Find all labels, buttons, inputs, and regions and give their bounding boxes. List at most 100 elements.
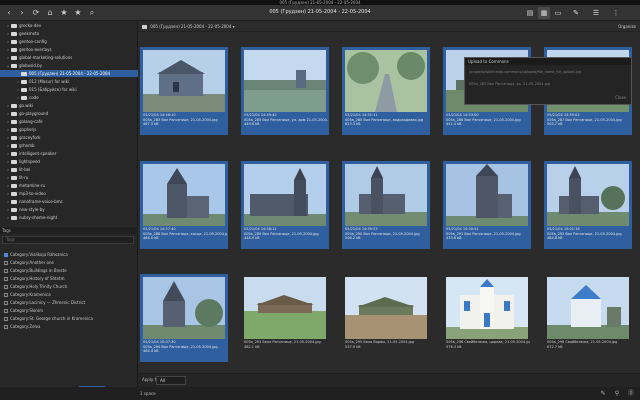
tree-item[interactable]: › lit-bel — [0, 166, 138, 173]
tag-item[interactable]: Category:Kramenica — [4, 291, 51, 298]
tree-item[interactable]: › 012 (Masur) for wiki — [0, 78, 138, 85]
organize-button[interactable]: Organize — [618, 21, 636, 32]
tag-checkbox[interactable] — [4, 285, 8, 289]
tree-item[interactable]: › new-style-by — [0, 206, 138, 213]
tree-item[interactable]: › metamine-ru — [0, 182, 138, 189]
tree-item[interactable]: › grhomb — [0, 142, 138, 149]
tag-item[interactable]: Category:Holy Trinity Church — [4, 283, 67, 290]
tree-item[interactable]: › mp3-to-video — [0, 190, 138, 197]
photo-caption: 05/21/04 14:59:33 005a_290 Вол Рагознице,… — [345, 227, 429, 241]
tree-item[interactable]: › intelligent-speaker — [0, 150, 138, 157]
folder-icon — [11, 144, 17, 148]
photo-thumbnail[interactable]: 05/21/04 15:07:30 005a_294 Вол Рагознице,… — [140, 274, 228, 362]
menu-icon[interactable]: ☰ — [590, 7, 602, 19]
tag-item[interactable]: Category:Lacinicy — Zhmenic District — [4, 299, 85, 306]
photo-thumbnail[interactable]: 005a_295 Бела Ворвы, 21-05-2004.jpg 537.9… — [342, 274, 430, 362]
tree-item[interactable]: › nanoframe-voice-bmc — [0, 198, 138, 205]
photo-thumbnail[interactable]: 005a_293 Бела Рагознице, 21-05-2004.jpg 4… — [241, 274, 329, 362]
tree-item[interactable]: 005 (Грудзен) 21-05-2004 - 22-05-2004 — [0, 70, 138, 77]
tree-item[interactable]: ⌄ globusld.by — [0, 62, 138, 69]
tree-item[interactable]: › golang-cafe — [0, 118, 138, 125]
photo-thumbnail[interactable]: 05/21/04 14:49:42 005a_285 Вол Рагознице,… — [241, 47, 329, 135]
tag-checkbox[interactable] — [4, 261, 8, 265]
dialog-close-button[interactable]: Close — [615, 95, 626, 100]
photo-thumbnail[interactable]: 005a_296 Свяйбележа, царква, 21-05-2004.… — [443, 274, 531, 362]
tag-label: Category:Kramenica — [10, 292, 51, 297]
photo-thumbnail[interactable]: 05/21/04 14:57:40 005a_288 Вол Рагознице,… — [140, 161, 228, 249]
photo-image — [143, 277, 225, 339]
tag-item[interactable]: Category:Buildings in Breste — [4, 267, 67, 274]
tag-checkbox[interactable] — [4, 309, 8, 313]
folder-icon — [21, 72, 27, 76]
photo-thumbnail[interactable]: 05/21/04 14:51:11 005a_285 Вол Рагознице,… — [342, 47, 430, 135]
tree-item-label: global-marketing-solutions — [19, 55, 73, 60]
photo-image — [244, 50, 326, 112]
more-icon[interactable]: ⋮ — [610, 7, 622, 19]
tag-checkbox[interactable] — [4, 301, 8, 305]
bookmark-icon[interactable]: ★ — [72, 7, 84, 19]
edit-icon[interactable]: ✎ — [570, 7, 582, 19]
tree-item[interactable]: › go-playground — [0, 110, 138, 117]
tag-checkbox[interactable] — [4, 293, 8, 297]
search-icon[interactable]: ⌕ — [86, 7, 98, 19]
apply-select[interactable]: All — [156, 376, 186, 385]
dialog-line-1: /projects/wikimedia-commons/uploads/file… — [469, 70, 582, 74]
folder-icon — [11, 32, 17, 36]
history-icon[interactable]: ⟳ — [30, 7, 42, 19]
home-icon[interactable]: ⌂ — [44, 7, 56, 19]
tag-item[interactable]: Category:Slonim — [4, 307, 43, 314]
tree-item-label: go.wiki — [19, 103, 33, 108]
tag-item[interactable]: Category:Another one — [4, 259, 54, 266]
tag-checkbox[interactable] — [4, 253, 8, 257]
tag-checkbox[interactable] — [4, 277, 8, 281]
tree-item[interactable]: › gentoo-overlays — [0, 46, 138, 53]
tree-item-label: geekmoto — [19, 31, 40, 36]
tree-item[interactable]: › lit-ru — [0, 174, 138, 181]
caption-line: 482.1 kB — [244, 344, 260, 349]
tree-item[interactable]: › global-marketing-solutions — [0, 54, 138, 61]
view-grid-icon[interactable]: ▦ — [538, 7, 550, 19]
tree-item[interactable]: › graceyfork — [0, 134, 138, 141]
view-list-icon[interactable]: ▤ — [524, 7, 536, 19]
tree-item[interactable]: › nubry-shome-night — [0, 214, 138, 221]
tag-checkbox[interactable] — [4, 325, 8, 329]
tree-item[interactable]: › grocko-dev — [0, 22, 138, 29]
view-single-icon[interactable]: ▭ — [552, 7, 564, 19]
folder-icon — [21, 88, 27, 92]
tags-search-input[interactable]: Tags — [2, 236, 134, 244]
tag-item[interactable]: Category:St. George church in Kramenica — [4, 315, 93, 322]
dialog-title: Upload to Commons — [465, 58, 631, 65]
back-icon[interactable]: ‹ — [3, 7, 15, 19]
tree-item[interactable]: › go.wiki — [0, 102, 138, 109]
tag-item[interactable]: Category:Vialikaja Rahozniсa — [4, 251, 68, 258]
caption-line: 433.8 kB — [446, 236, 462, 240]
tag-item[interactable]: Category:Zelva — [4, 323, 40, 330]
caption-line: 467.3 kB — [143, 122, 159, 126]
location-icon[interactable]: ⚲ — [612, 387, 622, 400]
path-bar[interactable]: 005 (Грудзен) 21-05-2004 - 22-05-2004 ▾ … — [138, 21, 640, 32]
info-icon[interactable]: ⓪ — [626, 387, 636, 400]
tag-item[interactable]: Category:History of Shtetm — [4, 275, 65, 282]
photo-thumbnail[interactable]: 05/21/04 15:00:41 005a_291 Вол Рагознице,… — [443, 161, 531, 249]
edit-status-icon[interactable]: ✎ — [598, 387, 608, 400]
tree-item[interactable]: › geekmoto — [0, 30, 138, 37]
folder-icon — [21, 80, 27, 84]
tree-item-label: go-playground — [19, 111, 49, 116]
photo-thumbnail[interactable]: 05/21/04 14:58:12 005a_289 Вол Рагознице,… — [241, 161, 329, 249]
tree-item[interactable]: › gentoo-config — [0, 38, 138, 45]
folder-title: 005 (Грудзен) 21-05-2004 - 22-05-2004 — [269, 9, 371, 15]
photo-caption: 05/21/04 15:07:30 005a_294 Вол Рагознице,… — [143, 340, 227, 354]
star-icon[interactable]: ★ — [58, 7, 70, 19]
tag-checkbox[interactable] — [4, 269, 8, 273]
tree-item[interactable]: › 015 (Бабруйск) for wiki — [0, 86, 138, 93]
forward-icon[interactable]: › — [16, 7, 28, 19]
photo-thumbnail[interactable]: 005a_298 Свяйбележа, 21-05-2004.jpg 672.7… — [544, 274, 632, 362]
tree-item[interactable]: › code — [0, 94, 138, 101]
tag-checkbox[interactable] — [4, 317, 8, 321]
photo-thumbnail[interactable]: 05/21/04 14:59:33 005a_290 Вол Рагознице,… — [342, 161, 430, 249]
tree-item[interactable]: › gopherjs — [0, 126, 138, 133]
photo-thumbnail[interactable]: 05/21/04 14:46:10 005a_283 Вол Рагознице,… — [140, 47, 228, 135]
photo-thumbnail[interactable]: 05/21/04 15:01:18 005a_292 Вол Рагознице,… — [544, 161, 632, 249]
tree-item[interactable]: › lightspeed — [0, 158, 138, 165]
tree-item-label: lit-ru — [19, 175, 29, 180]
